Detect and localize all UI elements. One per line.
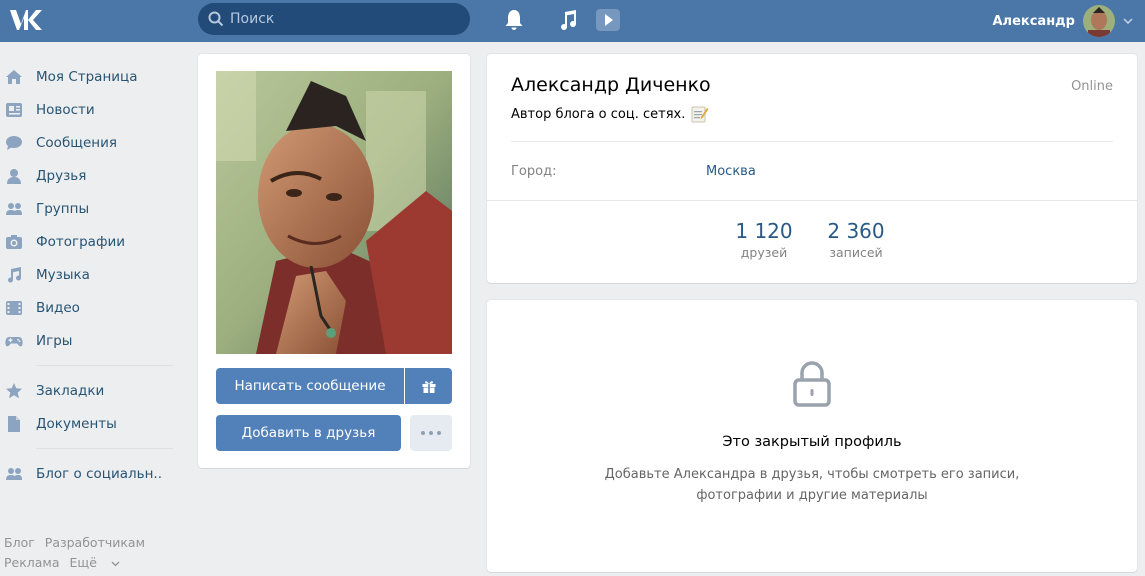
city-label: Город: [511, 164, 557, 179]
header-user-name: Александр [992, 13, 1076, 29]
video-icon [4, 298, 24, 318]
search-icon [208, 11, 224, 27]
sidebar-item-groups[interactable]: Группы [0, 192, 175, 225]
groups-icon [4, 464, 24, 484]
sidebar-item-label: Фотографии [36, 233, 126, 250]
player-button[interactable] [594, 6, 622, 34]
notifications-button[interactable] [500, 6, 528, 34]
gift-icon [422, 381, 435, 393]
document-icon [4, 414, 24, 434]
sidebar-divider [36, 448, 173, 449]
sidebar-item-label: Новости [36, 101, 95, 118]
sidebar-item-label: Группы [36, 200, 90, 217]
sidebar-item-group-blog[interactable]: Блог о социальн.. [0, 457, 175, 490]
music-icon [4, 265, 24, 285]
send-message-button[interactable]: Написать сообщение [216, 368, 404, 404]
profile-status-text: Автор блога о соц. сетях. [511, 106, 686, 122]
search-input[interactable] [230, 3, 460, 35]
footer-link-developers[interactable]: Разработчикам [45, 535, 145, 550]
avatar [1083, 5, 1115, 37]
sidebar-item-label: Музыка [36, 266, 90, 283]
sidebar-item-label: Друзья [36, 167, 87, 184]
city-link[interactable]: Москва [706, 164, 756, 179]
play-icon [596, 9, 620, 31]
closed-profile-card: Это закрытый профиль Добавьте Александра… [487, 300, 1137, 572]
info-divider [511, 141, 1113, 142]
counter-value: 1 120 [735, 219, 793, 243]
sidebar-item-friends[interactable]: Друзья [0, 159, 175, 192]
sidebar-footer: Блог Разработчикам Реклама Ещё [4, 533, 155, 573]
footer-link-more[interactable]: Ещё [70, 555, 120, 570]
profile-status: Автор блога о соц. сетях. [511, 105, 709, 123]
sidebar-item-label: Блог о социальн.. [36, 465, 162, 482]
lock-icon [793, 361, 831, 407]
music-note-icon [561, 10, 577, 31]
chevron-down-icon [1123, 18, 1133, 24]
sidebar-item-games[interactable]: Игры [0, 324, 175, 357]
counter-label: записей [829, 245, 883, 260]
send-gift-button[interactable] [405, 368, 452, 404]
sidebar-item-label: Видео [36, 299, 80, 316]
sidebar-item-photos[interactable]: Фотографии [0, 225, 175, 258]
posts-counter[interactable]: 2 360 записей [823, 219, 889, 260]
groups-icon [4, 199, 24, 219]
home-icon [4, 67, 24, 87]
online-status: Online [1071, 79, 1113, 94]
profile-photo-card: Написать сообщение Добавить в друзья [198, 54, 470, 468]
sidebar-item-label: Моя Страница [36, 68, 138, 85]
friends-counter[interactable]: 1 120 друзей [731, 219, 797, 260]
sidebar-divider [36, 365, 173, 366]
footer-link-ads[interactable]: Реклама [4, 555, 60, 570]
left-sidebar: Моя Страница Новости Сообщения Друзья Гр… [0, 60, 175, 490]
counters-divider [487, 200, 1137, 201]
counter-value: 2 360 [827, 219, 885, 243]
sidebar-item-messages[interactable]: Сообщения [0, 126, 175, 159]
messages-icon [4, 133, 24, 153]
top-header: Александр [0, 0, 1145, 42]
star-icon [4, 381, 24, 401]
memo-icon [691, 106, 709, 123]
search-box[interactable] [198, 3, 470, 35]
gamepad-icon [4, 331, 24, 351]
sidebar-item-label: Игры [36, 332, 73, 349]
friends-icon [4, 166, 24, 186]
sidebar-item-music[interactable]: Музыка [0, 258, 175, 291]
sidebar-item-label: Документы [36, 415, 117, 432]
sidebar-item-documents[interactable]: Документы [0, 407, 175, 440]
sidebar-item-my-page[interactable]: Моя Страница [0, 60, 175, 93]
sidebar-item-news[interactable]: Новости [0, 93, 175, 126]
more-dots-icon [421, 431, 441, 435]
sidebar-item-label: Закладки [36, 382, 105, 399]
add-friend-button[interactable]: Добавить в друзья [216, 415, 401, 451]
sidebar-item-video[interactable]: Видео [0, 291, 175, 324]
footer-more-label: Ещё [69, 555, 97, 570]
news-icon [4, 100, 24, 120]
profile-name: Александр Диченко [511, 74, 711, 96]
closed-profile-title: Это закрытый профиль [722, 434, 902, 450]
profile-info-card: Александр Диченко Автор блога о соц. сет… [487, 54, 1137, 283]
closed-profile-description: Добавьте Александра в друзья, чтобы смот… [604, 467, 1020, 503]
footer-link-blog[interactable]: Блог [4, 535, 35, 550]
more-actions-button[interactable] [410, 415, 452, 451]
profile-photo[interactable] [216, 71, 452, 354]
music-button[interactable] [554, 6, 582, 34]
counter-label: друзей [740, 245, 788, 260]
bell-icon [505, 10, 523, 30]
user-menu[interactable]: Александр [993, 0, 1134, 42]
vk-logo-icon[interactable] [8, 6, 44, 34]
camera-icon [4, 232, 24, 252]
chevron-down-icon [111, 561, 120, 567]
sidebar-item-label: Сообщения [36, 134, 118, 151]
sidebar-item-bookmarks[interactable]: Закладки [0, 374, 175, 407]
